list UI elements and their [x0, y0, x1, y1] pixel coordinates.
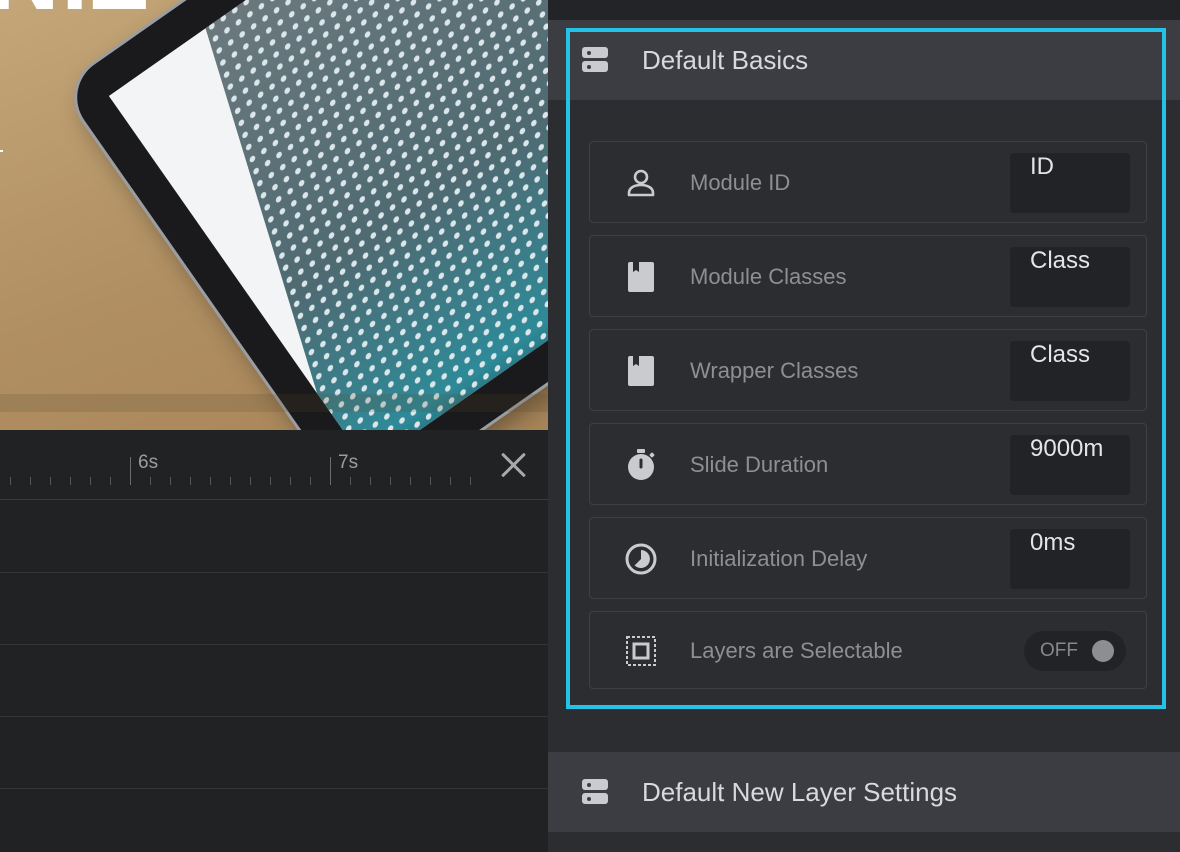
- ruler-label-6s: 6s: [138, 452, 159, 473]
- initialization-delay-row: Initialization Delay 0ms: [589, 517, 1147, 599]
- ruler-minor-tick: [450, 477, 451, 485]
- bookmark-icon: [628, 356, 654, 386]
- settings-panel: Default Basics Module ID ID Module Class…: [548, 0, 1180, 852]
- ruler-minor-tick: [90, 477, 91, 485]
- ruler-label-7s: 7s: [338, 452, 359, 473]
- ruler-minor-tick: [310, 477, 311, 485]
- ruler-minor-tick: [430, 477, 431, 485]
- stopwatch-icon: [628, 449, 655, 480]
- module-classes-row: Module Classes Class: [589, 235, 1147, 317]
- module-classes-input[interactable]: Class: [1010, 247, 1130, 307]
- layers-selectable-toggle[interactable]: OFF: [1024, 631, 1126, 671]
- slide-duration-label: Slide Duration: [690, 452, 829, 477]
- ruler-minor-tick: [70, 477, 71, 485]
- ruler-major-tick: [330, 457, 331, 485]
- section-title: Default Basics: [642, 44, 809, 75]
- ruler-major-tick: [130, 457, 131, 485]
- module-classes-label: Module Classes: [690, 264, 847, 289]
- wrapper-classes-row: Wrapper Classes Class: [589, 329, 1147, 411]
- initialization-delay-label: Initialization Delay: [690, 546, 868, 571]
- timeline-track[interactable]: [0, 501, 548, 573]
- section-default-basics[interactable]: Default Basics: [548, 20, 1180, 100]
- timeline-ruler[interactable]: 6s 7s: [0, 430, 548, 500]
- ruler-minor-tick: [290, 477, 291, 485]
- clock-icon: [625, 543, 657, 575]
- timeline-track[interactable]: [0, 717, 548, 789]
- toggle-knob: [1092, 640, 1114, 662]
- module-id-input[interactable]: ID: [1010, 153, 1130, 213]
- ruler-minor-tick: [390, 477, 391, 485]
- ruler-minor-tick: [230, 477, 231, 485]
- app-root: NIZ 6s 7s Default Basics Module ID ID: [0, 0, 1180, 852]
- section-title: Default New Layer Settings: [642, 776, 958, 807]
- ruler-minor-tick: [250, 477, 251, 485]
- server-icon: [582, 47, 608, 73]
- ruler-minor-tick: [370, 477, 371, 485]
- ruler-minor-tick: [350, 477, 351, 485]
- layers-selectable-label: Layers are Selectable: [690, 638, 903, 663]
- user-icon: [627, 169, 655, 197]
- module-id-label: Module ID: [690, 170, 791, 195]
- ruler-minor-tick: [190, 477, 191, 485]
- ruler-minor-tick: [30, 477, 31, 485]
- timeline-track[interactable]: [0, 645, 548, 717]
- wrapper-classes-label: Wrapper Classes: [690, 358, 859, 383]
- slide-preview[interactable]: NIZ: [0, 0, 548, 430]
- initialization-delay-input[interactable]: 0ms: [1010, 529, 1130, 589]
- slide-duration-row: Slide Duration 9000m: [589, 423, 1147, 505]
- ruler-minor-tick: [150, 477, 151, 485]
- ruler-minor-tick: [470, 477, 471, 485]
- ruler-minor-tick: [210, 477, 211, 485]
- timeline: 6s 7s: [0, 430, 548, 852]
- ruler-minor-tick: [410, 477, 411, 485]
- ruler-minor-tick: [50, 477, 51, 485]
- slide-duration-input[interactable]: 9000m: [1010, 435, 1130, 495]
- select-frame-icon: [626, 636, 656, 666]
- toggle-state-label: OFF: [1040, 640, 1078, 661]
- close-icon[interactable]: [496, 448, 530, 482]
- ruler-minor-tick: [110, 477, 111, 485]
- server-icon: [582, 779, 608, 805]
- slide-heading-text[interactable]: NIZ: [0, 0, 151, 32]
- section-default-new-layer-settings[interactable]: Default New Layer Settings: [548, 752, 1180, 832]
- wrapper-classes-input[interactable]: Class: [1010, 341, 1130, 401]
- timeline-track[interactable]: [0, 789, 548, 852]
- bookmark-icon: [628, 262, 654, 292]
- ruler-minor-tick: [270, 477, 271, 485]
- module-id-row: Module ID ID: [589, 141, 1147, 223]
- timeline-track[interactable]: [0, 573, 548, 645]
- ruler-minor-tick: [10, 477, 11, 485]
- ruler-minor-tick: [170, 477, 171, 485]
- layers-selectable-row: Layers are Selectable OFF: [589, 611, 1147, 689]
